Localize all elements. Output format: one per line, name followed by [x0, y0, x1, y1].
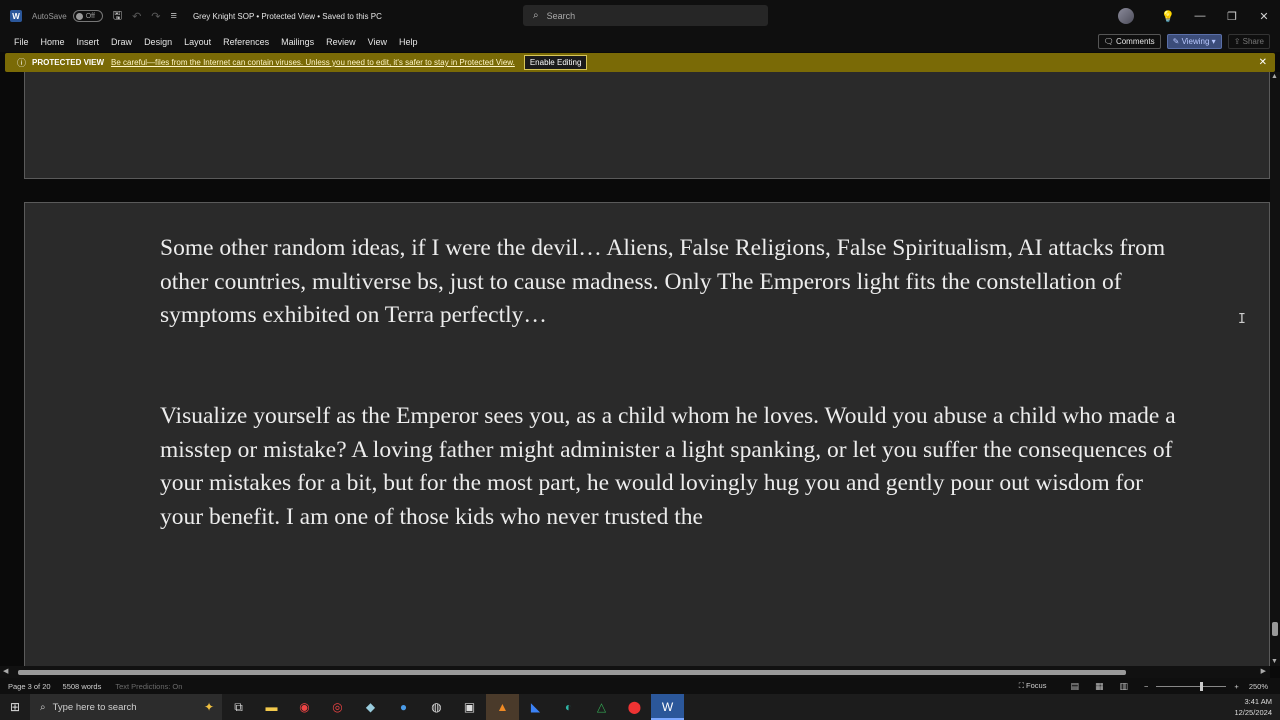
title-bar: W AutoSave Off 🖫 ↶ ↷ ≡ Grey Knight SOP •…	[0, 0, 1280, 32]
viewing-label: Viewing	[1181, 37, 1210, 46]
vlc-icon[interactable]: ▲	[486, 694, 519, 720]
save-icon[interactable]: 🖫	[113, 7, 122, 26]
autosave-label: AutoSave	[32, 11, 67, 21]
tab-references[interactable]: References	[223, 37, 269, 47]
remote-app-icon[interactable]: ◣	[519, 694, 552, 720]
text-cursor-icon: I	[1238, 312, 1246, 327]
scroll-down-icon[interactable]: ▼	[1271, 658, 1278, 665]
comment-icon: 🗨	[1103, 37, 1116, 46]
tab-mailings[interactable]: Mailings	[281, 37, 314, 47]
share-icon: ⇪	[1233, 37, 1243, 46]
tab-help[interactable]: Help	[399, 37, 418, 47]
document-page[interactable]	[24, 72, 1270, 179]
close-button[interactable]: ✕	[1248, 10, 1280, 23]
tab-review[interactable]: Review	[326, 37, 356, 47]
search-placeholder: Search	[546, 10, 576, 21]
zoom-level[interactable]: 250%	[1249, 682, 1268, 691]
customize-quick-access-icon[interactable]: ≡	[171, 10, 177, 22]
vertical-scrollbar[interactable]: ▲ ▼	[1270, 72, 1280, 666]
protected-view-message[interactable]: Be careful—files from the Internet can c…	[111, 58, 515, 67]
tab-view[interactable]: View	[368, 37, 387, 47]
tab-insert[interactable]: Insert	[77, 37, 100, 47]
zoom-slider-knob[interactable]	[1200, 681, 1204, 691]
document-paragraph[interactable]: Visualize yourself as the Emperor sees y…	[160, 400, 1190, 534]
word-count[interactable]: 5508 words	[63, 682, 102, 691]
tab-file[interactable]: File	[14, 37, 29, 47]
scroll-left-icon[interactable]: ◀	[3, 667, 8, 675]
notes-app-icon[interactable]: ◆	[354, 694, 387, 720]
focus-label: Focus	[1026, 681, 1047, 690]
vertical-scroll-thumb[interactable]	[1272, 622, 1278, 636]
web-layout-icon[interactable]: ▥	[1120, 681, 1129, 692]
windows-taskbar: ⊞ ⌕ Type here to search ✦ ⧉ ▬ ◉ ◎ ◆ ● ◍ …	[0, 694, 1280, 720]
horizontal-scrollbar[interactable]: ◀ ▶	[0, 666, 1270, 678]
info-icon: ⓘ	[17, 58, 27, 68]
minimize-button[interactable]: —	[1184, 10, 1216, 22]
share-label: Share	[1242, 37, 1264, 46]
taskbar-search[interactable]: ⌕ Type here to search ✦	[30, 694, 222, 720]
focus-button[interactable]: ⛶ Focus	[1019, 681, 1047, 691]
scroll-up-icon[interactable]: ▲	[1271, 73, 1278, 80]
undo-icon[interactable]: ↶	[132, 10, 141, 23]
protected-view-label: PROTECTED VIEW	[32, 58, 105, 67]
enable-editing-button[interactable]: Enable Editing	[523, 55, 588, 70]
chrome-icon[interactable]: ◉	[288, 694, 321, 720]
user-avatar[interactable]	[1118, 8, 1134, 24]
chevron-down-icon: ▾	[1209, 37, 1216, 46]
pencil-icon: ✎	[1172, 37, 1182, 46]
text-predictions-status[interactable]: Text Predictions: On	[115, 682, 182, 691]
web-app-icon[interactable]: ●	[387, 694, 420, 720]
status-bar: Page 3 of 20 5508 words Text Predictions…	[0, 678, 1280, 694]
ribbon-tabs: File Home Insert Draw Design Layout Refe…	[0, 32, 1280, 52]
search-icon: ⌕	[533, 10, 539, 21]
tab-draw[interactable]: Draw	[111, 37, 132, 47]
windows-start-icon[interactable]: ⊞	[0, 700, 30, 714]
tab-layout[interactable]: Layout	[184, 37, 211, 47]
security-app-icon[interactable]: ⬤	[618, 694, 651, 720]
print-layout-icon[interactable]: ▦	[1095, 681, 1104, 692]
protected-view-banner: ⓘ PROTECTED VIEW Be careful—files from t…	[5, 53, 1275, 72]
zoom-out-icon[interactable]: −	[1144, 682, 1148, 691]
scroll-right-icon[interactable]: ▶	[1261, 667, 1266, 675]
autosave-toggle[interactable]: Off	[72, 10, 103, 22]
system-clock[interactable]: 3:41 AM 12/25/2024	[1234, 696, 1272, 718]
page-count[interactable]: Page 3 of 20	[8, 682, 51, 691]
comments-button[interactable]: 🗨 Comments	[1097, 34, 1161, 49]
word-taskbar-icon[interactable]: W	[651, 694, 684, 720]
redo-icon[interactable]: ↷	[151, 10, 160, 23]
document-area[interactable]: Some other random ideas, if I were the d…	[0, 72, 1280, 666]
zoom-slider[interactable]	[1156, 681, 1227, 691]
utility-app-icon[interactable]: ▣	[453, 694, 486, 720]
focus-icon: ⛶	[1018, 681, 1027, 690]
edge-icon[interactable]: ◐	[552, 694, 585, 720]
lightbulb-icon[interactable]: 💡	[1152, 10, 1184, 23]
close-banner-icon[interactable]: ✕	[1259, 57, 1267, 68]
copilot-sparkle-icon[interactable]: ✦	[204, 700, 214, 714]
viewing-mode-button[interactable]: ✎ Viewing ▾	[1166, 34, 1222, 49]
zoom-in-icon[interactable]: +	[1234, 682, 1238, 691]
tab-home[interactable]: Home	[41, 37, 65, 47]
task-view-icon[interactable]: ⧉	[222, 694, 255, 720]
horizontal-scroll-thumb[interactable]	[18, 670, 1126, 675]
autosave-state: Off	[85, 12, 95, 20]
word-app-icon[interactable]: W	[10, 10, 22, 22]
share-button[interactable]: ⇪ Share	[1227, 34, 1270, 49]
tool-app-icon[interactable]: ◍	[420, 694, 453, 720]
comments-label: Comments	[1115, 37, 1155, 46]
read-mode-icon[interactable]: ▤	[1070, 681, 1079, 692]
search-icon: ⌕	[40, 701, 46, 713]
restore-button[interactable]: ❐	[1216, 10, 1248, 23]
tab-design[interactable]: Design	[144, 37, 172, 47]
document-paragraph[interactable]: Some other random ideas, if I were the d…	[160, 232, 1190, 333]
file-explorer-icon[interactable]: ▬	[255, 694, 288, 720]
taskbar-search-placeholder: Type here to search	[52, 701, 137, 713]
document-title[interactable]: Grey Knight SOP • Protected View • Saved…	[193, 12, 382, 21]
search-box[interactable]: ⌕ Search	[523, 5, 768, 26]
clock-time: 3:41 AM	[1244, 697, 1272, 706]
clock-date: 12/25/2024	[1234, 708, 1272, 717]
google-drive-icon[interactable]: △	[585, 694, 618, 720]
media-app-icon[interactable]: ◎	[321, 694, 354, 720]
autosave-control[interactable]: AutoSave Off	[32, 10, 103, 22]
